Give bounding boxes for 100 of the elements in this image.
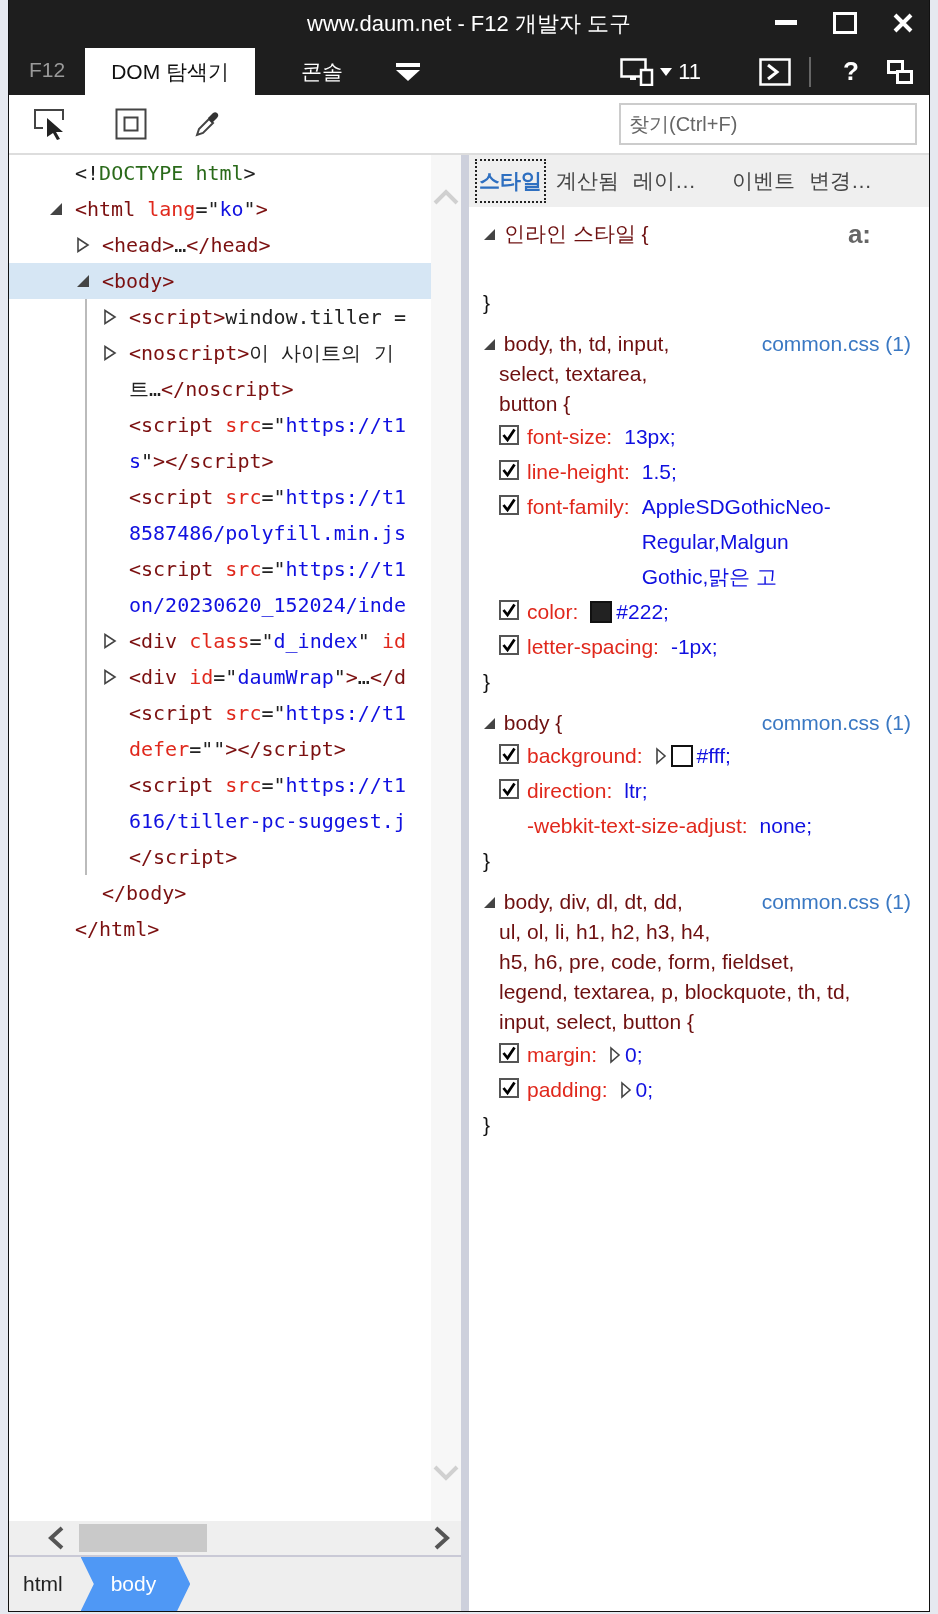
collapsed-triangle-icon[interactable] — [103, 345, 117, 361]
property-value[interactable]: AppleSDGothicNeo- Regular,Malgun Gothic,맑은 고 — [641, 489, 831, 594]
property-value[interactable]: -1px; — [670, 629, 718, 664]
window-title: www.daum.net - F12 개발자 도구 — [307, 10, 631, 38]
dom-node-line[interactable]: s"></script> — [129, 446, 274, 476]
dom-node-line[interactable]: defer=""></script> — [129, 734, 346, 764]
property-name[interactable]: -webkit-text-size-adjust: — [527, 808, 748, 843]
dom-node-line[interactable]: <body> — [102, 266, 175, 296]
checkbox[interactable] — [499, 600, 519, 620]
stylesheet-link[interactable]: common.css (1) — [761, 887, 911, 917]
property-value[interactable]: none; — [759, 808, 813, 843]
console-icon[interactable] — [759, 57, 792, 86]
restore-windows-icon[interactable] — [887, 59, 913, 84]
horizontal-scrollbar[interactable] — [9, 1521, 461, 1557]
property-name[interactable]: letter-spacing: — [527, 629, 659, 664]
color-swatch[interactable] — [670, 745, 693, 767]
expanded-triangle-icon[interactable] — [483, 896, 496, 909]
expanded-triangle-icon[interactable] — [483, 717, 496, 730]
dom-node-line[interactable]: 트…</noscript> — [129, 374, 294, 404]
property-name[interactable]: font-family: — [527, 489, 630, 524]
box-model-icon[interactable] — [115, 108, 147, 140]
panel-tab[interactable]: 이벤트 — [728, 159, 799, 203]
dom-node-line[interactable]: 8587486/polyfill.min.js — [129, 518, 406, 548]
dom-node-line[interactable]: </script> — [129, 842, 238, 872]
caret-icon — [660, 67, 673, 76]
select-element-icon[interactable] — [33, 108, 67, 140]
checkbox[interactable] — [499, 460, 519, 480]
panel-tab[interactable]: 레이… — [629, 159, 700, 203]
property-name[interactable]: font-size: — [527, 419, 613, 454]
expand-triangle-icon[interactable] — [654, 747, 667, 765]
checkbox[interactable] — [499, 635, 519, 655]
property-value[interactable]: 0; — [635, 1072, 654, 1107]
property-name[interactable]: margin: — [527, 1037, 598, 1072]
dom-node-line[interactable]: <script>window.tiller = — [129, 302, 406, 332]
property-value[interactable]: 1.5; — [641, 454, 677, 489]
breadcrumb-item[interactable]: html — [9, 1557, 81, 1611]
tool-tab[interactable]: 콘솔 — [255, 48, 389, 95]
closing-brace: } — [483, 290, 491, 316]
dom-node-line[interactable]: <script src="https://t1 — [129, 554, 406, 584]
panel-tab[interactable]: 스타일 — [475, 159, 546, 203]
dom-node-line[interactable]: 616/tiller-pc-suggest.j — [129, 806, 406, 836]
dom-node-line[interactable]: <div id="daumWrap">…</d — [129, 662, 406, 692]
scroll-right-icon[interactable] — [433, 1526, 451, 1550]
closing-brace: } — [483, 669, 491, 695]
dom-node-line[interactable]: <noscript>이 사이트의 기 — [129, 338, 394, 368]
expand-triangle-icon[interactable] — [619, 1081, 632, 1099]
property-value[interactable]: 13px; — [624, 419, 676, 454]
panel-tab[interactable]: 변경… — [805, 159, 876, 203]
expanded-triangle-icon[interactable] — [483, 338, 496, 351]
collapsed-triangle-icon[interactable] — [103, 633, 117, 649]
expanded-triangle-icon[interactable] — [76, 274, 90, 288]
property-value[interactable]: #fff; — [696, 738, 731, 773]
dom-node-line[interactable]: <!DOCTYPE html> — [75, 158, 256, 188]
dom-node-line[interactable]: </html> — [75, 914, 160, 944]
property-name[interactable]: color: — [527, 594, 579, 629]
checkbox[interactable] — [499, 1043, 519, 1063]
checkbox[interactable] — [499, 495, 519, 515]
dom-node-line[interactable]: </body> — [102, 878, 187, 908]
expanded-triangle-icon[interactable] — [483, 228, 496, 241]
checkbox[interactable] — [499, 425, 519, 445]
collapsed-triangle-icon[interactable] — [76, 237, 90, 253]
stylesheet-link[interactable]: common.css (1) — [761, 708, 911, 738]
dom-node-line[interactable]: <script src="https://t1 — [129, 410, 406, 440]
pseudo-state-button[interactable]: a: — [847, 219, 871, 249]
collapsed-triangle-icon[interactable] — [103, 669, 117, 685]
color-swatch[interactable] — [590, 601, 613, 623]
property-value[interactable]: #222; — [616, 594, 669, 629]
dom-node-line[interactable]: on/20230620_152024/inde — [129, 590, 406, 620]
dom-node-line[interactable]: <html lang="ko"> — [75, 194, 268, 224]
property-name[interactable]: padding: — [527, 1072, 608, 1107]
dom-node-line[interactable]: <head>…</head> — [102, 230, 271, 260]
dom-node-line[interactable]: <script src="https://t1 — [129, 770, 406, 800]
help-button[interactable]: ? — [829, 48, 873, 95]
property-name[interactable]: background: — [527, 738, 643, 773]
dom-node-line[interactable]: <script src="https://t1 — [129, 698, 406, 728]
dom-node-line[interactable]: <script src="https://t1 — [129, 482, 406, 512]
checkbox[interactable] — [499, 779, 519, 799]
property-value[interactable]: ltr; — [624, 773, 648, 808]
checkbox[interactable] — [499, 744, 519, 764]
emulation-button[interactable]: 11 — [612, 48, 710, 95]
dom-node-line[interactable]: <div class="d_index" id — [129, 626, 406, 656]
expanded-triangle-icon[interactable] — [49, 202, 63, 216]
expand-triangle-icon[interactable] — [609, 1046, 622, 1064]
minimize-icon[interactable] — [775, 20, 797, 26]
scroll-left-icon[interactable] — [47, 1526, 65, 1550]
collapsed-triangle-icon[interactable] — [103, 309, 117, 325]
tool-tab[interactable]: DOM 탐색기 — [85, 48, 255, 95]
eyedropper-icon[interactable] — [195, 111, 219, 137]
panel-tab[interactable]: 계산됨 — [552, 159, 623, 203]
property-value[interactable]: 0; — [625, 1037, 643, 1072]
property-name[interactable]: direction: — [527, 773, 613, 808]
checkbox[interactable] — [499, 1078, 519, 1098]
search-field[interactable]: 찾기(Ctrl+F) — [619, 103, 917, 145]
maximize-icon[interactable] — [833, 12, 857, 34]
property-name[interactable]: line-height: — [527, 454, 630, 489]
dropdown-icon[interactable] — [395, 61, 421, 82]
close-icon[interactable] — [893, 13, 913, 33]
css-selector-line: body, th, td, input, — [503, 332, 670, 355]
scroll-thumb[interactable] — [79, 1524, 207, 1552]
stylesheet-link[interactable]: common.css (1) — [761, 329, 911, 359]
